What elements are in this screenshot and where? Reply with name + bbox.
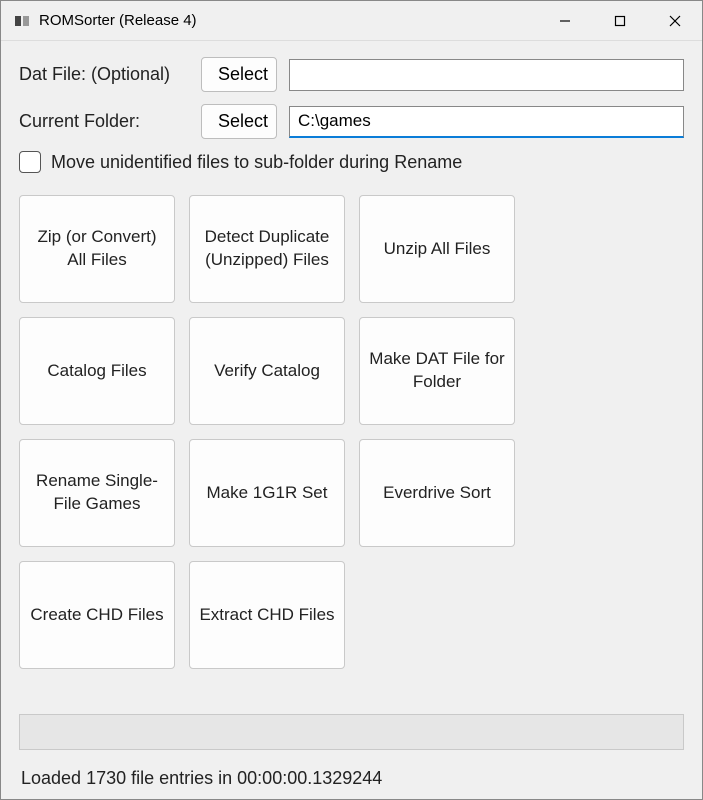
move-unidentified-checkbox[interactable] xyxy=(19,151,41,173)
dat-file-select-button[interactable]: Select xyxy=(201,57,277,92)
verify-catalog-button[interactable]: Verify Catalog xyxy=(189,317,345,425)
zip-all-files-button[interactable]: Zip (or Convert) All Files xyxy=(19,195,175,303)
make-1g1r-set-button[interactable]: Make 1G1R Set xyxy=(189,439,345,547)
rename-single-file-games-button[interactable]: Rename Single-File Games xyxy=(19,439,175,547)
app-window: ROMSorter (Release 4) Dat File: (Optiona… xyxy=(0,0,703,800)
current-folder-label: Current Folder: xyxy=(19,111,189,132)
current-folder-select-button[interactable]: Select xyxy=(201,104,277,139)
dat-file-label: Dat File: (Optional) xyxy=(19,64,189,85)
unzip-all-files-button[interactable]: Unzip All Files xyxy=(359,195,515,303)
content-area: Dat File: (Optional) Select Current Fold… xyxy=(1,41,702,799)
minimize-button[interactable] xyxy=(537,1,592,40)
action-grid: Zip (or Convert) All Files Detect Duplic… xyxy=(19,195,684,669)
create-chd-files-button[interactable]: Create CHD Files xyxy=(19,561,175,669)
titlebar: ROMSorter (Release 4) xyxy=(1,1,702,41)
maximize-button[interactable] xyxy=(592,1,647,40)
extract-chd-files-button[interactable]: Extract CHD Files xyxy=(189,561,345,669)
window-controls xyxy=(537,1,702,40)
catalog-files-button[interactable]: Catalog Files xyxy=(19,317,175,425)
current-folder-input[interactable] xyxy=(289,106,684,138)
dat-file-input[interactable] xyxy=(289,59,684,91)
status-text: Loaded 1730 file entries in 00:00:00.132… xyxy=(19,768,684,789)
progress-bar xyxy=(19,714,684,750)
detect-duplicate-files-button[interactable]: Detect Duplicate (Unzipped) Files xyxy=(189,195,345,303)
move-unidentified-label: Move unidentified files to sub-folder du… xyxy=(51,152,462,173)
current-folder-row: Current Folder: Select xyxy=(19,104,684,139)
make-dat-file-button[interactable]: Make DAT File for Folder xyxy=(359,317,515,425)
close-button[interactable] xyxy=(647,1,702,40)
everdrive-sort-button[interactable]: Everdrive Sort xyxy=(359,439,515,547)
move-unidentified-row: Move unidentified files to sub-folder du… xyxy=(19,151,684,173)
dat-file-row: Dat File: (Optional) Select xyxy=(19,57,684,92)
window-title: ROMSorter (Release 4) xyxy=(39,12,537,29)
app-icon xyxy=(13,12,31,30)
